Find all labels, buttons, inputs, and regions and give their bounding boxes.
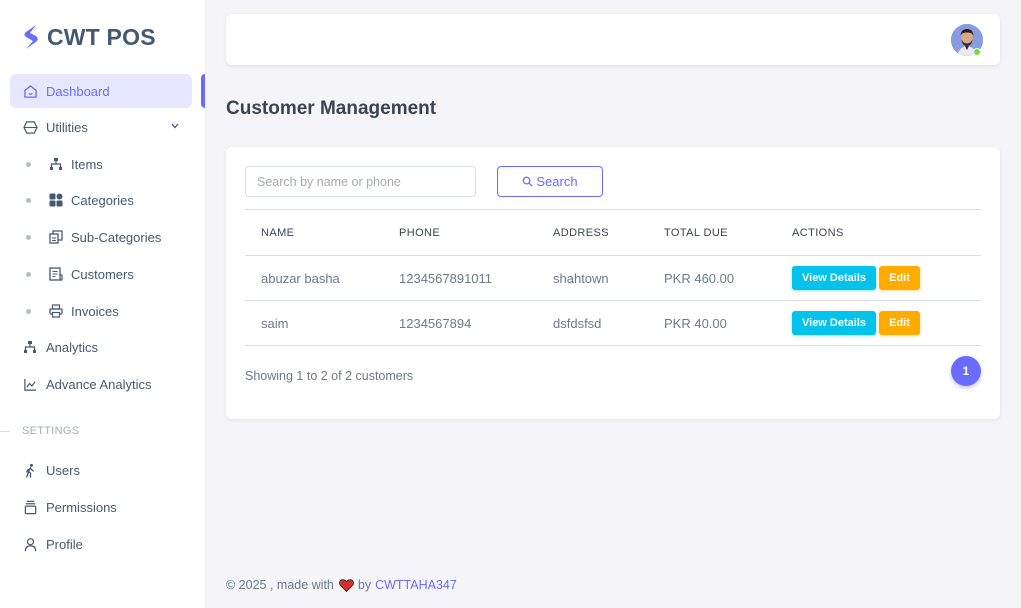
sidebar-item-label: Advance Analytics — [46, 376, 152, 392]
page-button-1[interactable]: 1 — [951, 356, 981, 386]
line-chart-icon — [22, 376, 38, 392]
search-input[interactable] — [245, 166, 476, 197]
view-details-button[interactable]: View Details — [792, 266, 876, 290]
sidebar-item-profile[interactable]: Profile — [10, 527, 192, 561]
column-header-name: NAME — [245, 209, 383, 256]
active-indicator — [201, 74, 205, 108]
sidebar-item-dashboard[interactable]: Dashboard — [10, 74, 192, 108]
customers-table: NAME PHONE ADDRESS TOTAL DUE ACTIONS abu… — [245, 209, 981, 346]
brand-logo-icon — [24, 25, 38, 49]
customer-total-due: PKR 40.00 — [648, 300, 776, 346]
page-title: Customer Management — [226, 98, 437, 119]
grid-icon — [48, 192, 64, 208]
customer-total-due: PKR 460.00 — [648, 255, 776, 301]
cube-icon — [22, 119, 38, 135]
sidebar-item-label: Permissions — [46, 499, 117, 515]
copy-icon — [48, 229, 64, 245]
walking-icon — [22, 462, 38, 478]
online-status-dot — [973, 48, 981, 56]
table-row: saim 1234567894 dsfdsfsd PKR 40.00 View … — [245, 300, 981, 346]
sidebar-item-label: Dashboard — [46, 83, 110, 99]
customer-address: shahtown — [537, 255, 648, 301]
edit-button[interactable]: Edit — [879, 311, 920, 335]
column-header-phone: PHONE — [383, 209, 537, 256]
customer-address: dsfdsfsd — [537, 300, 648, 346]
brand[interactable]: CWT POS — [22, 24, 156, 50]
footer-author-link[interactable]: CWTTAHA347 — [375, 578, 457, 592]
settings-section-header: SETTINGS — [0, 424, 79, 438]
sidebar-item-label: Categories — [71, 192, 134, 208]
search-icon — [523, 176, 533, 187]
sidebar-item-label: Users — [46, 462, 80, 478]
column-header-address: ADDRESS — [537, 209, 648, 256]
receipt-icon — [48, 266, 64, 282]
user-icon — [22, 536, 38, 552]
footer-by: by — [357, 578, 372, 592]
column-header-actions: ACTIONS — [776, 209, 981, 256]
printer-icon — [48, 303, 64, 319]
column-header-total-due: TOTAL DUE — [648, 209, 776, 256]
customers-card: Search NAME PHONE ADDRESS TOTAL DUE ACTI… — [226, 147, 1000, 419]
brand-name: CWT POS — [47, 23, 156, 50]
pagination-summary: Showing 1 to 2 of 2 customers — [245, 369, 414, 383]
sidebar-item-label: Analytics — [46, 339, 99, 355]
sidebar-item-label: Profile — [46, 536, 83, 552]
customer-name: saim — [245, 300, 383, 346]
row-actions: View Details Edit — [776, 255, 981, 301]
sidebar-item-items[interactable]: Items — [10, 148, 192, 180]
sidebar-item-utilities[interactable]: Utilities — [10, 110, 192, 144]
sidebar-item-invoices[interactable]: Invoices — [10, 295, 192, 327]
sidebar-item-label: Customers — [71, 266, 134, 282]
stack-icon — [22, 499, 38, 515]
sitemap-icon — [22, 339, 38, 355]
sitemap-icon — [48, 156, 64, 172]
sidebar-item-sub-categories[interactable]: Sub-Categories — [10, 221, 192, 253]
sidebar-item-analytics[interactable]: Analytics — [10, 330, 192, 364]
home-icon — [22, 83, 38, 99]
chevron-down-icon — [171, 123, 179, 129]
table-header-row: NAME PHONE ADDRESS TOTAL DUE ACTIONS — [245, 209, 981, 256]
customer-phone: 1234567894 — [383, 300, 537, 346]
sidebar: CWT POS Dashboard Utilities Items Catego… — [0, 0, 205, 608]
sidebar-item-label: Invoices — [71, 303, 119, 319]
top-navbar — [226, 14, 1000, 65]
edit-button[interactable]: Edit — [879, 266, 920, 290]
sidebar-item-label: Sub-Categories — [71, 229, 162, 245]
customer-name: abuzar basha — [245, 255, 383, 301]
sidebar-item-categories[interactable]: Categories — [10, 184, 192, 216]
sidebar-item-label: Items — [71, 156, 103, 172]
sidebar-item-label: Utilities — [46, 119, 88, 135]
table-row: abuzar basha 1234567891011 shahtown PKR … — [245, 255, 981, 301]
view-details-button[interactable]: View Details — [792, 311, 876, 335]
heart-icon — [338, 578, 354, 592]
footer: © 2025 , made with by CWTTAHA347 — [226, 578, 457, 592]
sidebar-item-users[interactable]: Users — [10, 453, 192, 487]
sidebar-item-permissions[interactable]: Permissions — [10, 490, 192, 524]
sidebar-item-customers[interactable]: Customers — [10, 258, 192, 290]
search-button[interactable]: Search — [497, 166, 603, 197]
sidebar-item-advance-analytics[interactable]: Advance Analytics — [10, 367, 192, 401]
row-actions: View Details Edit — [776, 300, 981, 346]
footer-text: © 2025 , made with — [226, 578, 334, 592]
customer-phone: 1234567891011 — [383, 255, 537, 301]
